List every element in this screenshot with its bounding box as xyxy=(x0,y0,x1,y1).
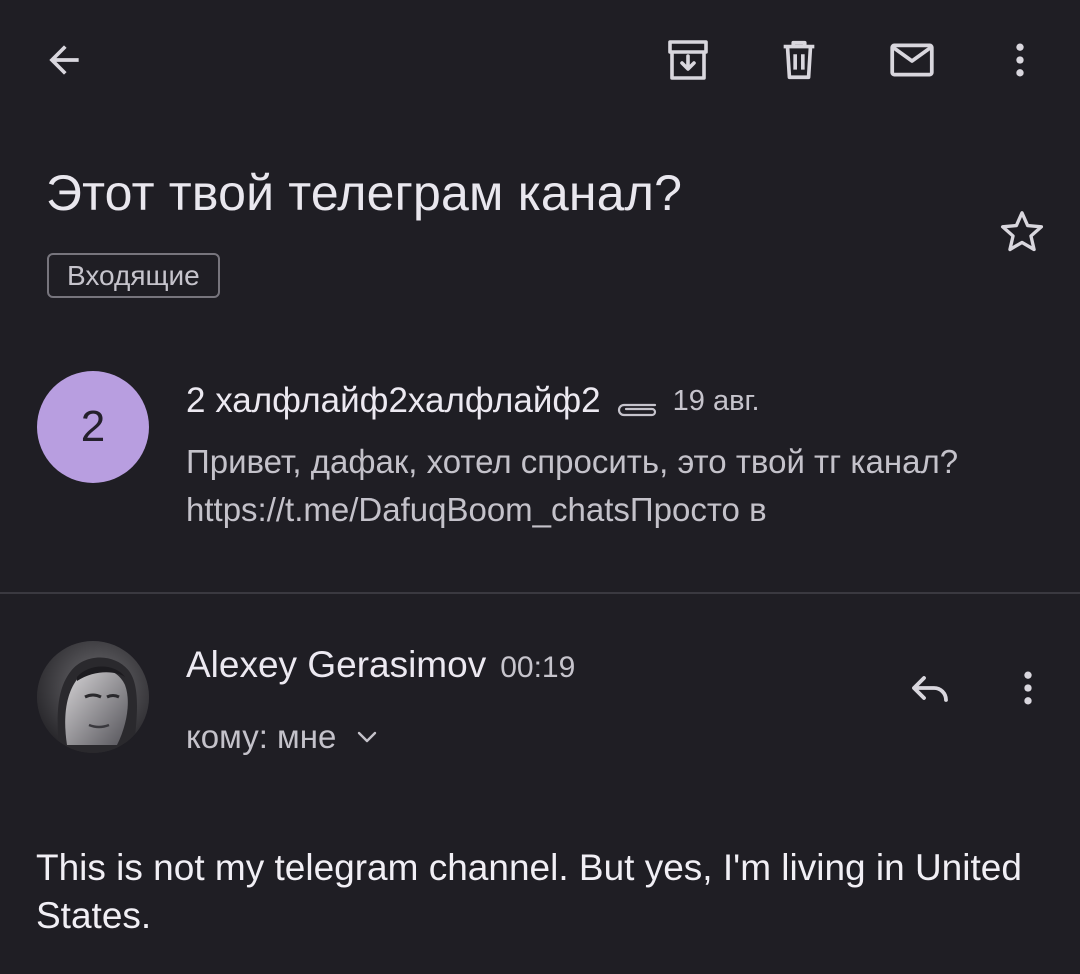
back-button[interactable] xyxy=(32,28,96,92)
recipients-toggle[interactable]: кому: мне xyxy=(186,714,378,760)
star-icon xyxy=(1000,211,1044,252)
reply-icon xyxy=(912,676,948,702)
top-app-bar xyxy=(0,0,1080,120)
message-date: 19 авг. xyxy=(672,384,760,417)
sender-name: 2 халфлайф2халфлайф2 xyxy=(186,381,601,420)
trash-icon xyxy=(783,40,815,80)
mail-icon xyxy=(890,43,934,77)
paperclip-icon xyxy=(615,397,659,419)
inbox-label-chip[interactable]: Входящие xyxy=(47,253,220,298)
more-vert-icon xyxy=(1016,43,1024,77)
from-name: Alexey Gerasimov xyxy=(186,644,487,685)
avatar-image xyxy=(37,641,149,753)
expanded-message: Alexey Gerasimov 00:19 кому: мне This is… xyxy=(0,594,1080,974)
message-more-button[interactable] xyxy=(996,656,1060,720)
recipients-text: кому: мне xyxy=(186,718,337,755)
message-snippet: Привет, дафак, хотел спросить, это твой … xyxy=(186,443,959,528)
chevron-down-icon xyxy=(356,729,378,745)
mark-unread-button[interactable] xyxy=(880,28,944,92)
email-subject: Этот твой телеграм канал? xyxy=(46,165,683,221)
star-button[interactable] xyxy=(990,200,1054,264)
email-view: Этот твой телеграм канал? Входящие 2 2 х… xyxy=(0,0,1080,974)
back-arrow-icon xyxy=(49,45,79,75)
archive-icon xyxy=(668,40,708,80)
message-body: This is not my telegram channel. But yes… xyxy=(36,847,1022,936)
archive-button[interactable] xyxy=(656,28,720,92)
more-options-button[interactable] xyxy=(988,28,1052,92)
delete-button[interactable] xyxy=(767,28,831,92)
sender-avatar: 2 xyxy=(37,371,149,483)
sender-avatar-photo[interactable] xyxy=(37,641,149,753)
sender-row: 2 халфлайф2халфлайф2 19 авг. xyxy=(186,376,760,426)
collapsed-message[interactable]: 2 2 халфлайф2халфлайф2 19 авг. Привет, д… xyxy=(0,350,1080,590)
from-row: Alexey Gerasimov 00:19 xyxy=(186,644,575,694)
more-vert-icon xyxy=(1024,671,1032,705)
reply-button[interactable] xyxy=(898,656,962,720)
message-time: 00:19 xyxy=(500,651,576,684)
